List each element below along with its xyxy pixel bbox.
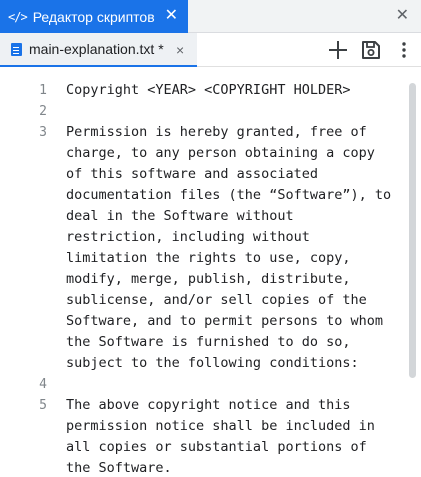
code-editor[interactable]: 1 Copyright <YEAR> <COPYRIGHT HOLDER> 2 … xyxy=(0,68,421,477)
window-close-icon[interactable]: ✕ xyxy=(396,8,409,24)
line-number: 1 xyxy=(39,83,47,98)
script-editor-tab[interactable]: </> Редактор скриптов ✕ xyxy=(0,0,188,33)
line-number: 3 xyxy=(39,125,47,140)
line-number: 4 xyxy=(39,377,47,392)
tab-close-icon[interactable]: ✕ xyxy=(165,8,178,24)
save-icon xyxy=(362,41,380,59)
line-number: 2 xyxy=(39,104,47,119)
file-close-icon[interactable]: × xyxy=(176,42,184,58)
save-button[interactable] xyxy=(359,38,383,62)
more-options-button[interactable] xyxy=(392,38,416,62)
unsaved-marker: * xyxy=(158,41,164,57)
script-editor-title: Редактор скриптов xyxy=(32,8,155,25)
file-icon xyxy=(11,42,22,56)
line-number: 5 xyxy=(39,398,47,413)
code-icon: </> xyxy=(8,9,28,24)
line-text[interactable]: The above copyright notice and this perm… xyxy=(66,395,406,477)
line-text[interactable]: Copyright <YEAR> <COPYRIGHT HOLDER> xyxy=(66,80,406,101)
file-tab-bar: main-explanation.txt * × xyxy=(0,33,421,67)
add-button[interactable] xyxy=(326,38,350,62)
file-name: main-explanation.txt * xyxy=(29,41,164,57)
file-tab[interactable]: main-explanation.txt * × xyxy=(0,33,197,67)
more-vert-icon xyxy=(402,42,406,58)
script-editor-header: </> Редактор скриптов ✕ ✕ xyxy=(0,0,421,33)
line-text[interactable]: Permission is hereby granted, free of ch… xyxy=(66,122,406,374)
vertical-scrollbar[interactable] xyxy=(409,83,416,378)
